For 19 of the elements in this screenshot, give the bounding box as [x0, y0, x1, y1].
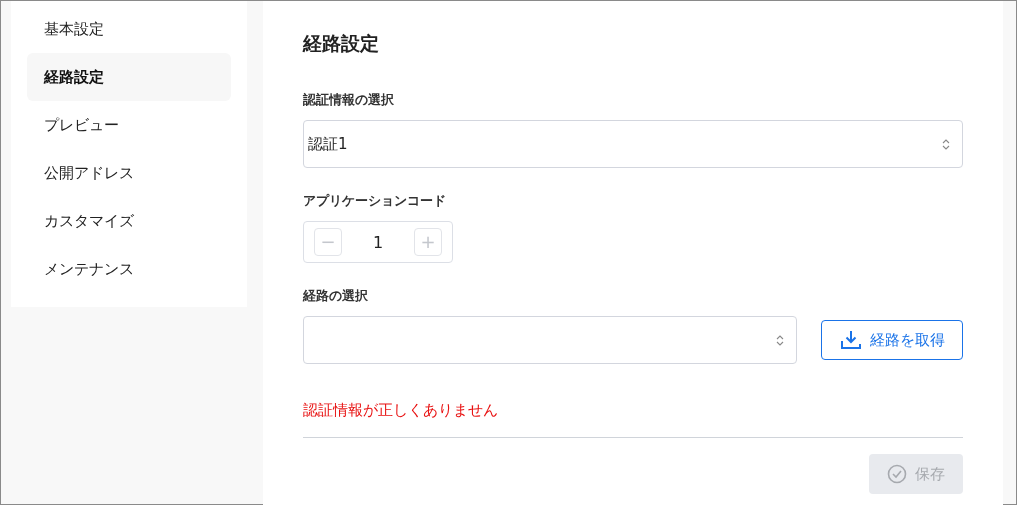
route-select[interactable] [303, 316, 797, 364]
page-title: 経路設定 [303, 31, 379, 56]
stepper-value: 1 [372, 232, 384, 252]
field-label: アプリケーションコード [303, 193, 446, 209]
sidebar-item[interactable]: 経路設定 [27, 53, 231, 101]
check-circle-icon [887, 464, 907, 484]
download-icon [839, 330, 862, 350]
credential-select[interactable]: 認証1 [303, 120, 963, 168]
select-arrows-icon [776, 333, 784, 347]
field-label: 経路の選択 [303, 288, 368, 304]
select-arrows-icon [942, 137, 950, 151]
sidebar-item[interactable]: メンテナンス [27, 245, 231, 293]
sidebar-item[interactable]: 基本設定 [27, 5, 231, 53]
sidebar-item[interactable]: プレビュー [27, 101, 231, 149]
error-message: 認証情報が正しくありません [303, 400, 498, 420]
sidebar-item[interactable]: 公開アドレス [27, 149, 231, 197]
field-label: 認証情報の選択 [303, 92, 394, 108]
fetch-route-button[interactable]: 経路を取得 [821, 320, 963, 360]
sidebar-item[interactable]: カスタマイズ [27, 197, 231, 245]
